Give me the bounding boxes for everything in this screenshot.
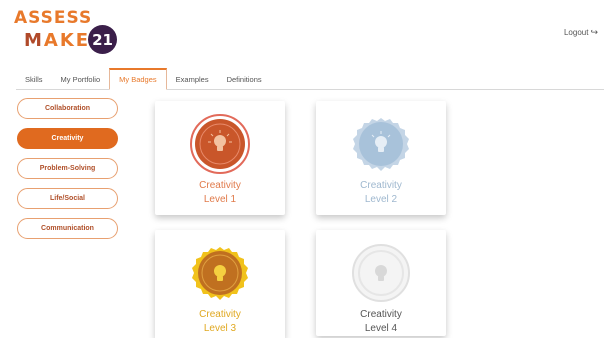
main-tabs: Skills My Portfolio My Badges Examples D… xyxy=(16,68,604,90)
tab-definitions[interactable]: Definitions xyxy=(218,68,271,90)
lightbulb-icon xyxy=(352,244,410,302)
sidebar-item-communication[interactable]: Communication xyxy=(17,218,118,239)
skill-sidebar: Collaboration Creativity Problem-Solving… xyxy=(17,98,118,248)
badge-label: Creativity Level 4 xyxy=(360,309,402,334)
logout-link[interactable]: Logout ↪ xyxy=(564,27,598,38)
badge-card-level-3[interactable]: Creativity Level 3 xyxy=(155,230,285,338)
tab-examples[interactable]: Examples xyxy=(167,68,218,90)
logout-icon: ↪ xyxy=(590,27,598,37)
sidebar-item-life-social[interactable]: Life/Social xyxy=(17,188,118,209)
logo-text-assess: ASSESS xyxy=(14,8,93,28)
sidebar-item-problem-solving[interactable]: Problem-Solving xyxy=(17,158,118,179)
lightbulb-icon xyxy=(190,114,250,174)
badge-label: Creativity Level 1 xyxy=(199,180,241,205)
badge-label: Creativity Level 2 xyxy=(360,180,402,205)
lightbulb-icon xyxy=(353,118,409,171)
tab-my-badges[interactable]: My Badges xyxy=(109,68,167,90)
badge-label: Creativity Level 3 xyxy=(199,309,241,334)
badge-card-level-1[interactable]: Creativity Level 1 xyxy=(155,101,285,215)
badge-card-level-4[interactable]: Creativity Level 4 xyxy=(316,230,446,336)
tab-my-portfolio[interactable]: My Portfolio xyxy=(52,68,110,90)
tab-skills[interactable]: Skills xyxy=(16,68,52,90)
logout-label: Logout xyxy=(563,28,589,37)
sidebar-item-collaboration[interactable]: Collaboration xyxy=(17,98,118,119)
logo-21-badge: 21 xyxy=(88,25,117,54)
sidebar-item-creativity[interactable]: Creativity xyxy=(17,128,118,149)
lightbulb-icon xyxy=(192,247,248,300)
app-logo[interactable]: ASSESS MAKE 21 xyxy=(14,8,124,56)
logo-text-make: MAKE xyxy=(24,30,91,51)
badge-card-level-2[interactable]: Creativity Level 2 xyxy=(316,101,446,215)
